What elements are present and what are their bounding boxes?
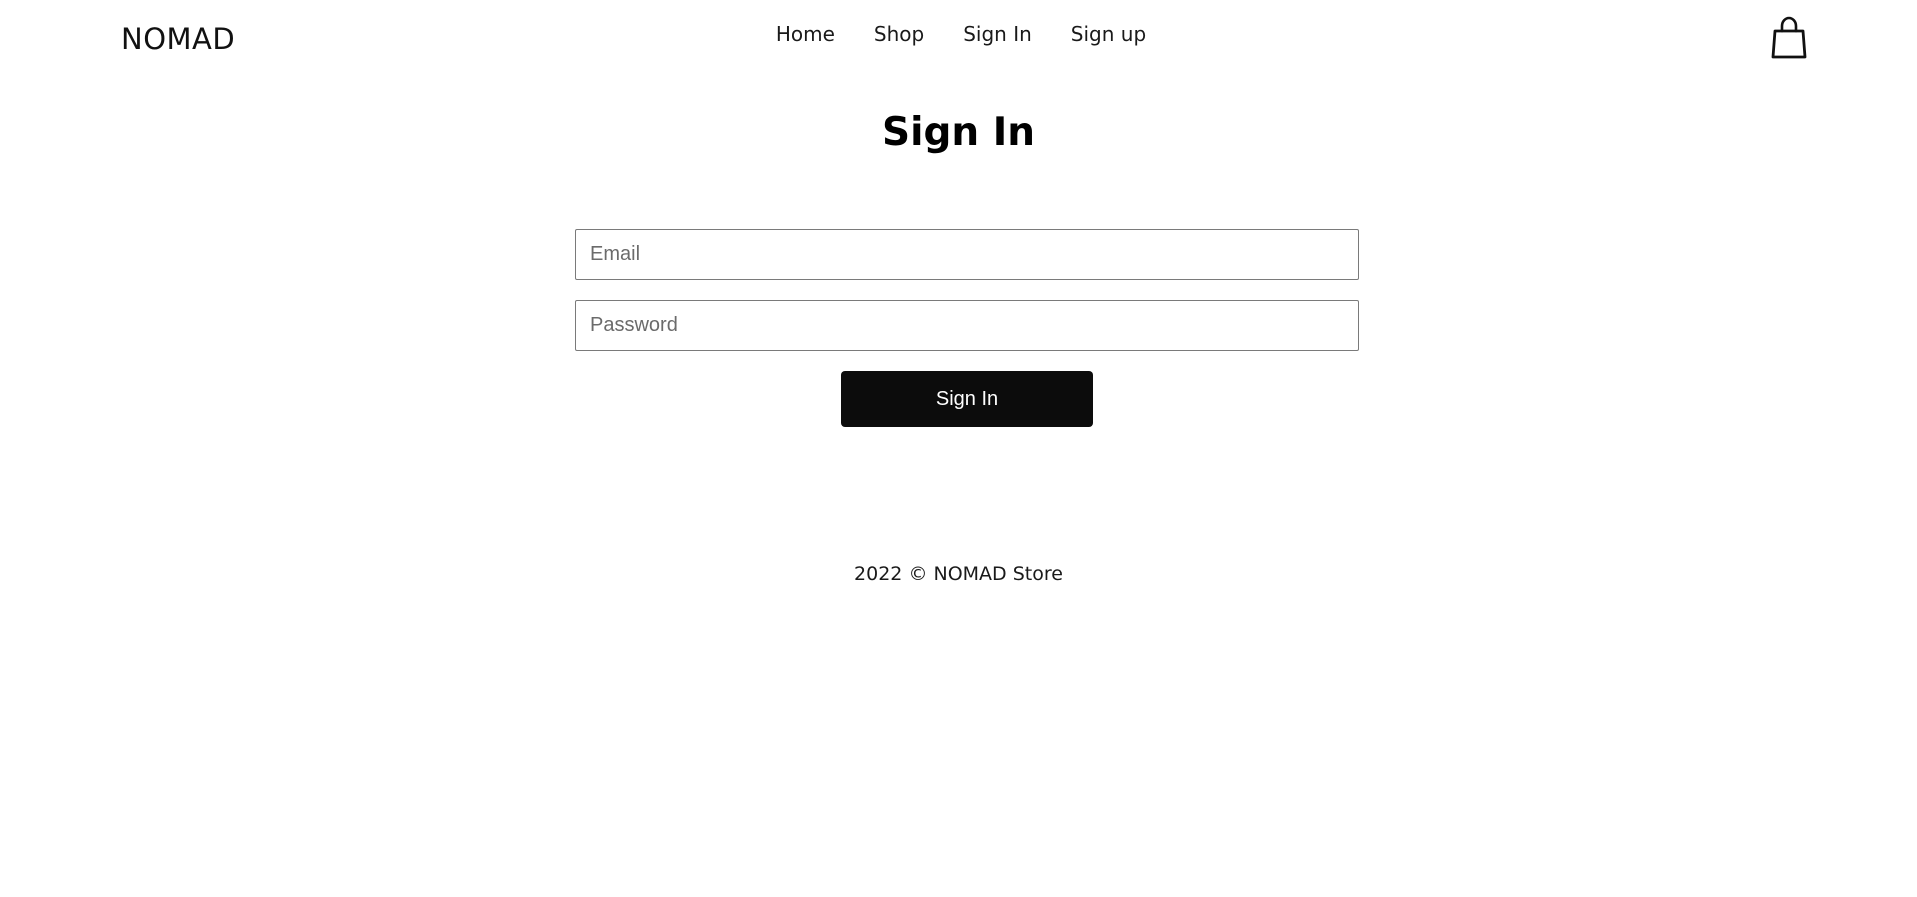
nav-link-sign-up[interactable]: Sign up [1071, 20, 1146, 48]
footer-copyright: 2022 © NOMAD Store [854, 563, 1063, 585]
shopping-bag-icon[interactable] [1771, 16, 1807, 60]
main-nav: Home Shop Sign In Sign up [0, 20, 1917, 48]
page-title: Sign In [882, 110, 1035, 155]
nav-link-home[interactable]: Home [776, 20, 835, 48]
sign-in-button[interactable]: Sign In [841, 371, 1093, 427]
shopping-bag-icon-svg [1771, 16, 1807, 59]
password-input[interactable] [575, 300, 1359, 351]
site-header: NOMAD Home Shop Sign In Sign up [0, 0, 1917, 80]
page: NOMAD Home Shop Sign In Sign up Sign In … [0, 0, 1917, 897]
nav-link-shop[interactable]: Shop [874, 20, 924, 48]
email-input[interactable] [575, 229, 1359, 280]
nav-link-sign-in[interactable]: Sign In [963, 20, 1032, 48]
